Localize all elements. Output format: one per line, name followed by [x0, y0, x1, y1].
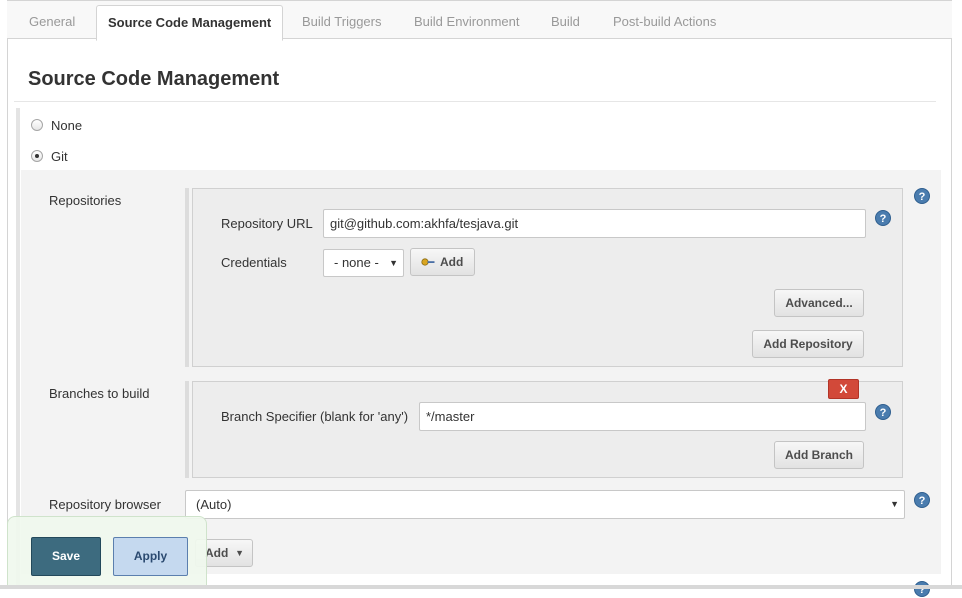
credentials-add-button[interactable]: Add: [410, 248, 475, 276]
next-help-icon[interactable]: ?: [914, 581, 930, 597]
apply-button[interactable]: Apply: [113, 537, 188, 576]
scm-option-git[interactable]: Git: [31, 147, 68, 165]
credentials-label: Credentials: [221, 255, 287, 270]
save-button[interactable]: Save: [31, 537, 101, 576]
none-radio[interactable]: [31, 119, 43, 131]
branches-rule: [185, 381, 189, 478]
repository-browser-value: (Auto): [196, 497, 232, 512]
config-tab-bar: General Source Code Management Build Tri…: [7, 0, 952, 41]
repository-browser-select[interactable]: (Auto) ▼: [185, 490, 905, 519]
credentials-select-value: - none -: [334, 255, 379, 270]
branch-specifier-label: Branch Specifier (blank for 'any'): [221, 409, 409, 424]
repository-browser-help-icon[interactable]: ?: [914, 492, 930, 508]
delete-branch-button[interactable]: X: [828, 379, 859, 399]
tab-general[interactable]: General: [18, 5, 86, 40]
branch-specifier-help-icon[interactable]: ?: [875, 404, 891, 420]
none-radio-label: None: [51, 117, 83, 133]
repositories-help-icon[interactable]: ?: [914, 188, 930, 204]
repositories-rule: [185, 188, 189, 367]
bottom-divider: [0, 585, 962, 589]
section-header: Source Code Management: [14, 58, 936, 102]
chevron-down-icon: ▼: [890, 499, 899, 509]
git-radio-label: Git: [51, 148, 68, 164]
additional-add-label: Add: [205, 546, 229, 560]
repository-url-help-icon[interactable]: ?: [875, 210, 891, 226]
tab-build-environment[interactable]: Build Environment: [403, 5, 531, 40]
add-branch-button[interactable]: Add Branch: [774, 441, 864, 469]
repository-browser-label: Repository browser: [49, 497, 161, 512]
repository-url-label: Repository URL: [221, 216, 313, 231]
tab-build[interactable]: Build: [540, 5, 591, 40]
repository-url-input[interactable]: git@github.com:akhfa/tesjava.git: [323, 209, 866, 238]
section-title: Source Code Management: [28, 68, 280, 90]
tab-post-build-actions[interactable]: Post-build Actions: [602, 5, 727, 40]
branch-specifier-input[interactable]: */master: [419, 402, 866, 431]
tab-build-triggers[interactable]: Build Triggers: [291, 5, 392, 40]
credentials-select[interactable]: - none - ▼: [323, 249, 404, 277]
scm-option-none[interactable]: None: [31, 116, 82, 134]
repositories-label: Repositories: [49, 193, 122, 208]
add-repository-button[interactable]: Add Repository: [752, 330, 864, 358]
chevron-down-icon: ▼: [235, 548, 244, 558]
key-icon: [421, 258, 435, 266]
branches-to-build-label: Branches to build: [49, 386, 150, 401]
advanced-button[interactable]: Advanced...: [774, 289, 864, 317]
chevron-down-icon: ▼: [389, 258, 398, 268]
credentials-add-label: Add: [440, 255, 464, 269]
git-radio[interactable]: [31, 150, 43, 162]
tab-source-code-management[interactable]: Source Code Management: [96, 5, 284, 41]
